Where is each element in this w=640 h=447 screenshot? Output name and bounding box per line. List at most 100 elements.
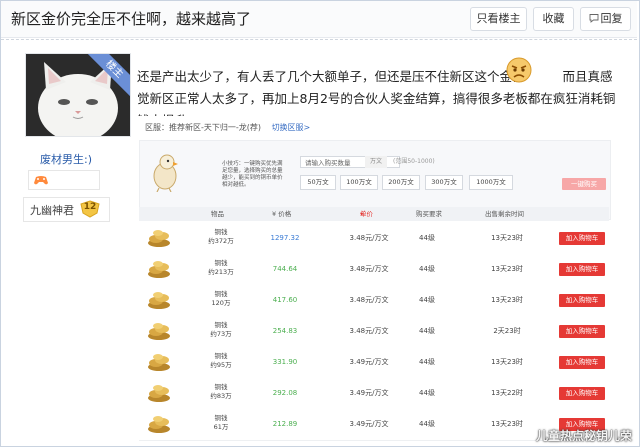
table-row: 铜钱 120万 417.60 3.48元/万文 44级 13天23时 加入购物车 — [139, 285, 609, 317]
level-badge: 12 — [79, 200, 101, 218]
amount-option-100[interactable]: 100万文 — [340, 175, 378, 190]
avatar[interactable]: 楼主 — [25, 53, 131, 137]
item-price: 1297.32 — [270, 234, 300, 242]
quantity-unit: 万文 — [365, 156, 387, 168]
favorite-button[interactable]: 收藏 — [533, 7, 574, 31]
copper-coins-icon — [148, 385, 170, 402]
table-row: 铜钱 约73万 254.83 3.48元/万文 44级 2天23时 加入购物车 — [139, 316, 609, 348]
item-name: 铜钱 约213万 — [202, 259, 240, 277]
item-time-left: 13天23时 — [491, 420, 523, 428]
item-price: 331.90 — [272, 358, 298, 366]
item-unit-price: 3.49元/万文 — [349, 420, 389, 428]
item-price: 417.60 — [272, 296, 298, 304]
item-requirement: 44级 — [419, 265, 435, 273]
item-label: 铜钱 — [214, 228, 228, 236]
listing-table-header: 物品 ¥ 价格 单价 ▾ 购买要求 出售剩余时间 — [139, 207, 609, 221]
add-to-cart-button[interactable]: 加入购物车 — [559, 387, 605, 400]
item-amount: 约372万 — [208, 237, 234, 245]
reply-label: 回复 — [600, 12, 623, 25]
item-label: 铜钱 — [214, 321, 228, 329]
trade-screenshot: 区服：推荐新区-天下归一-龙(荐) 切换区服> 小技巧：一键购买优先满足您量，选… — [137, 116, 611, 441]
col-price[interactable]: ¥ 价格 — [272, 207, 291, 221]
item-amount: 约95万 — [210, 361, 232, 369]
game-controller-icon — [34, 176, 48, 185]
add-to-cart-button[interactable]: 加入购物车 — [559, 263, 605, 276]
amount-option-200[interactable]: 200万文 — [382, 175, 420, 190]
item-time-left: 13天23时 — [491, 265, 523, 273]
username[interactable]: 废材男生:) — [40, 151, 92, 167]
tip-text: 小技巧：一键购买优先满足您量，选择购买的总量越少，能买到的铜币单价相对越低。 — [222, 161, 283, 188]
level-number: 12 — [83, 202, 97, 212]
breadcrumb: 区服：推荐新区-天下归一-龙(荐) 切换区服> — [145, 122, 310, 133]
reply-button[interactable]: 回复 — [580, 7, 631, 31]
copper-coins-icon — [148, 416, 170, 433]
post-text-part1: 还是产出太少了，有人丢了几个大额单子，但还是压不住新区这个金价 — [137, 69, 525, 84]
item-time-left: 2天23时 — [493, 327, 521, 335]
item-name: 铜钱 约83万 — [202, 383, 240, 401]
item-price: 212.89 — [272, 420, 298, 428]
item-requirement: 44级 — [419, 296, 435, 304]
breadcrumb-prefix: 区服： — [145, 123, 169, 132]
copper-coins-icon — [148, 323, 170, 340]
item-price: 292.08 — [272, 389, 298, 397]
rank-box: 九幽神君 12 — [23, 197, 110, 222]
item-label: 铜钱 — [214, 352, 228, 360]
item-time-left: 13天22时 — [491, 389, 523, 397]
copper-coins-icon — [148, 230, 170, 247]
change-server-link[interactable]: 切换区服> — [272, 123, 311, 132]
item-label: 铜钱 — [214, 414, 228, 422]
watermark: 儿童热点秘钥儿荣 — [535, 429, 632, 443]
rank-title: 九幽神君 — [30, 204, 74, 217]
add-to-cart-button[interactable]: 加入购物车 — [559, 232, 605, 245]
amount-option-300[interactable]: 300万文 — [425, 175, 463, 190]
item-requirement: 44级 — [419, 420, 435, 428]
copper-coins-icon — [148, 261, 170, 278]
item-label: 铜钱 — [214, 290, 228, 298]
item-unit-price: 3.48元/万文 — [349, 265, 389, 273]
item-unit-price: 3.49元/万文 — [349, 358, 389, 366]
medal-badge — [28, 170, 100, 190]
post-header: 新区金价完全压不住啊，越来越高了 只看楼主 收藏 回复 — [1, 1, 637, 38]
table-row: 铜钱 约213万 744.64 3.48元/万文 44级 13天23时 加入购物车 — [139, 254, 609, 286]
item-time-left: 13天23时 — [491, 296, 523, 304]
item-price: 254.83 — [272, 327, 298, 335]
copper-coins-icon — [148, 354, 170, 371]
buy-one-click-button[interactable]: 一键购买 — [562, 178, 606, 190]
item-label: 铜钱 — [214, 259, 228, 267]
item-unit-price: 3.48元/万文 — [349, 296, 389, 304]
item-time-left: 13天23时 — [491, 358, 523, 366]
item-name: 铜钱 120万 — [202, 290, 240, 308]
breadcrumb-server: 推荐新区-天下归一-龙(荐) — [169, 123, 262, 132]
post-title: 新区金价完全压不住啊，越来越高了 — [11, 10, 252, 28]
item-name: 铜钱 约73万 — [202, 321, 240, 339]
sort-down-icon: ▾ — [360, 210, 364, 218]
amount-option-50[interactable]: 50万文 — [300, 175, 336, 190]
comment-icon — [589, 14, 598, 23]
add-to-cart-button[interactable]: 加入购物车 — [559, 325, 605, 338]
col-requirement: 购买要求 — [416, 210, 442, 218]
copper-coins-icon — [148, 292, 170, 309]
table-row: 铜钱 约95万 331.90 3.49元/万文 44级 13天23时 加入购物车 — [139, 347, 609, 379]
col-time-left[interactable]: 出售剩余时间 — [485, 207, 524, 221]
item-name: 铜钱 约372万 — [202, 228, 240, 246]
item-amount: 约83万 — [210, 392, 232, 400]
item-price: 744.64 — [272, 265, 298, 273]
angry-emoji-icon — [506, 57, 532, 83]
col-item: 物品 — [211, 210, 224, 218]
table-row: 铜钱 约83万 292.08 3.49元/万文 44级 13天22时 加入购物车 — [139, 378, 609, 410]
item-unit-price: 3.48元/万文 — [349, 327, 389, 335]
amount-option-1000[interactable]: 1000万文 — [469, 175, 513, 190]
item-unit-price: 3.49元/万文 — [349, 389, 389, 397]
item-amount: 约73万 — [210, 330, 232, 338]
parrot-icon — [153, 154, 178, 192]
table-row: 铜钱 约372万 1297.32 3.48元/万文 44级 13天23时 加入购物车 — [139, 223, 609, 255]
add-to-cart-button[interactable]: 加入购物车 — [559, 356, 605, 369]
quantity-hint: (范围50-1000) — [393, 158, 435, 165]
add-to-cart-button[interactable]: 加入购物车 — [559, 294, 605, 307]
item-name: 铜钱 61万 — [202, 414, 240, 432]
item-amount: 120万 — [211, 299, 231, 307]
item-requirement: 44级 — [419, 358, 435, 366]
item-amount: 约213万 — [208, 268, 234, 276]
only-op-button[interactable]: 只看楼主 — [470, 7, 527, 31]
item-requirement: 44级 — [419, 327, 435, 335]
